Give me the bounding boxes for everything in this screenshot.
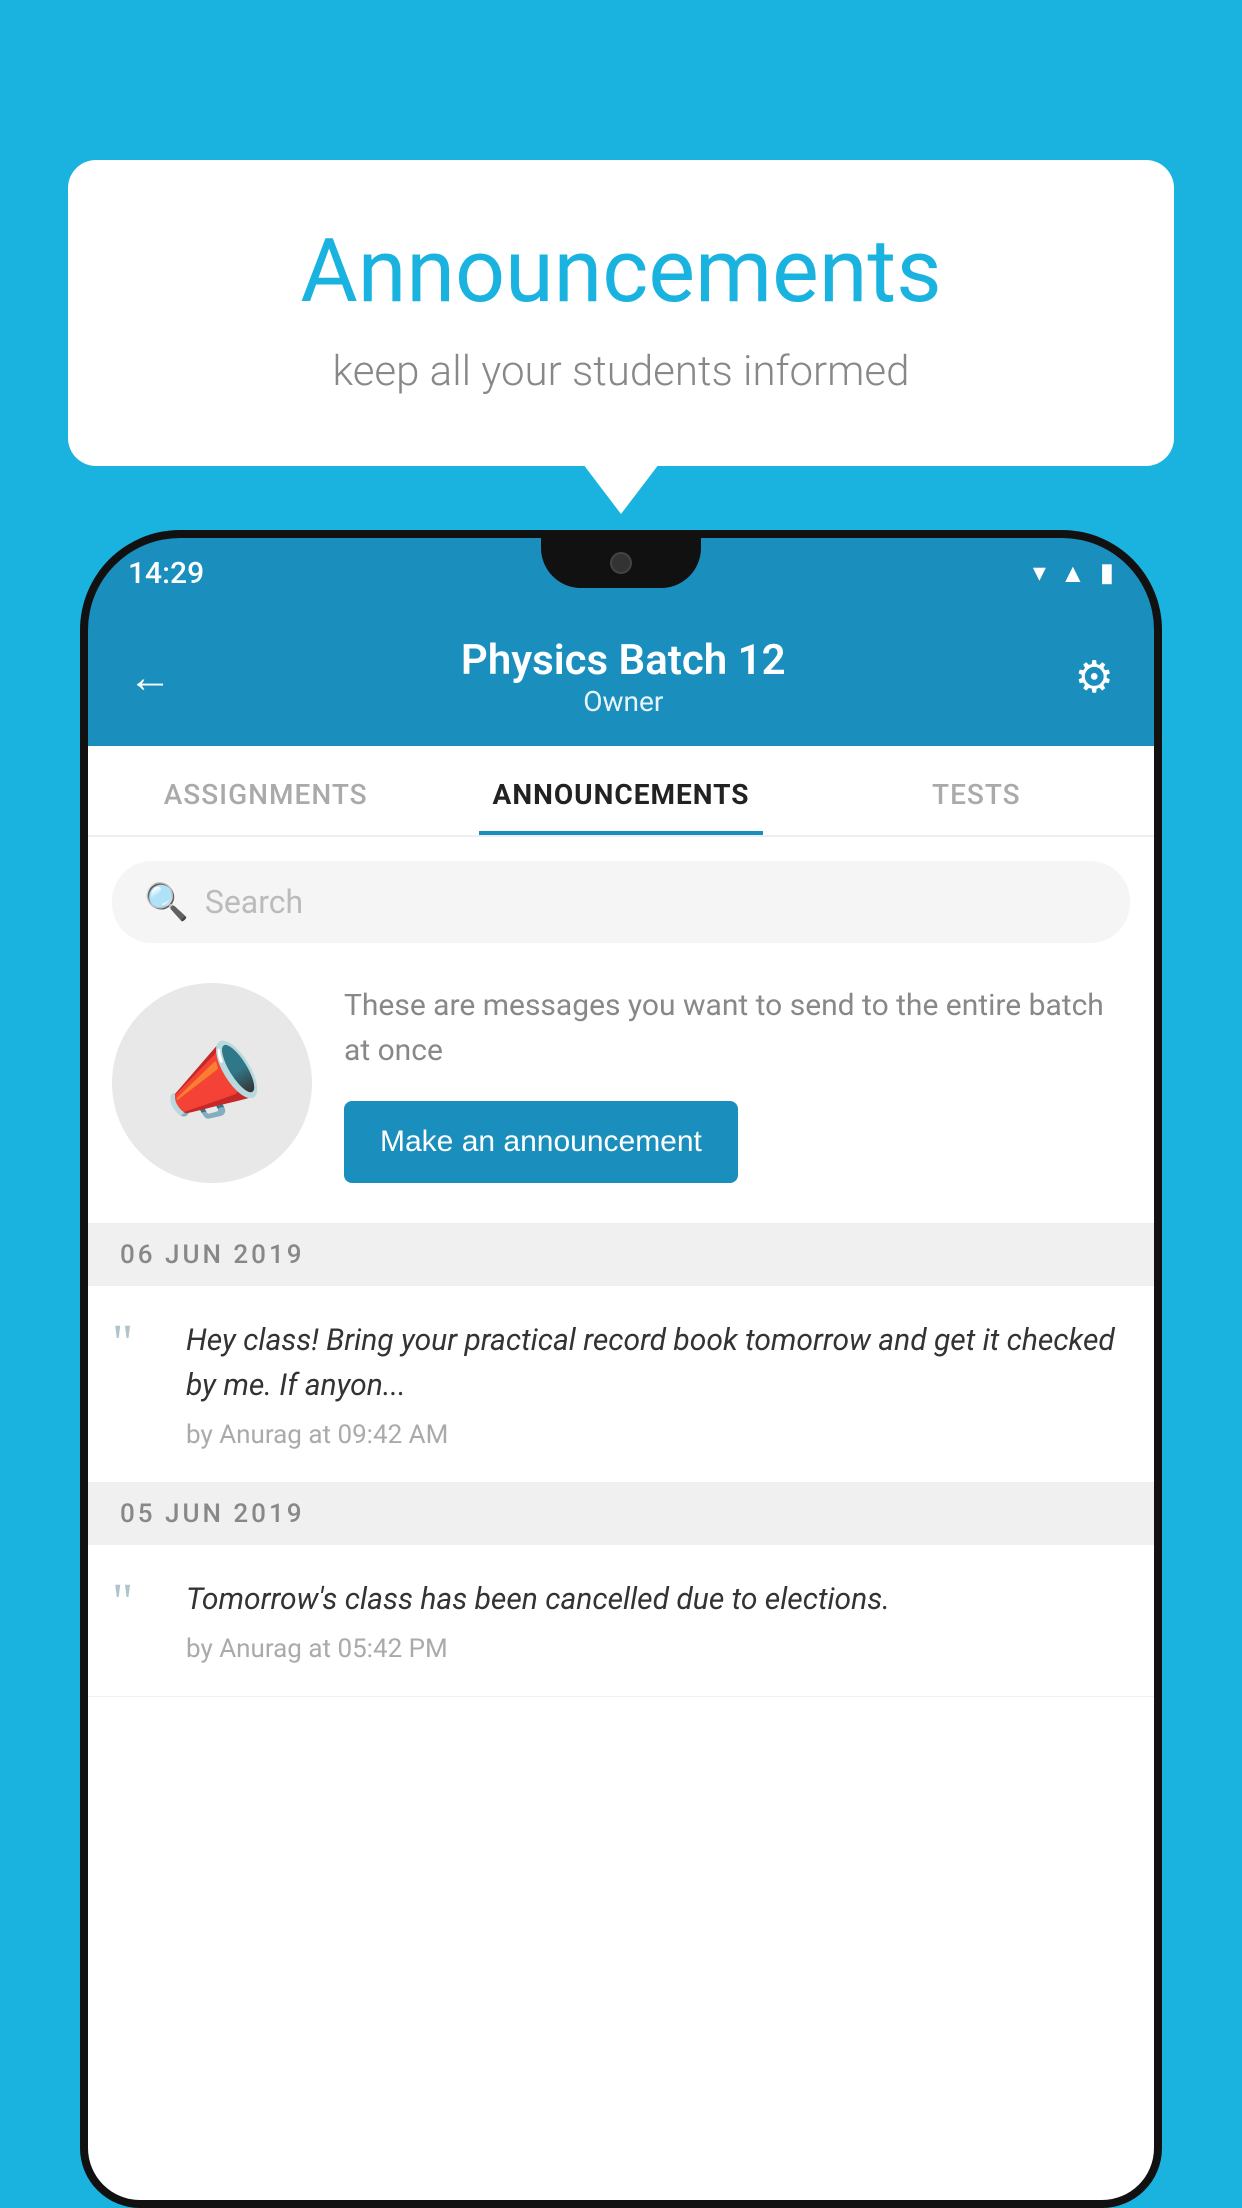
date-separator-2: 05 JUN 2019 [88, 1483, 1154, 1545]
quote-icon-2: " [112, 1577, 162, 1629]
announcement-text-2: Tomorrow's class has been cancelled due … [186, 1577, 890, 1622]
app-bar-title: Physics Batch 12 [461, 636, 786, 685]
app-bar-center: Physics Batch 12 Owner [461, 636, 786, 718]
status-icons: ▾ ▲ ▮ [1033, 558, 1114, 589]
app-bar: ← Physics Batch 12 Owner ⚙ [88, 608, 1154, 746]
announcement-meta-2: by Anurag at 05:42 PM [186, 1634, 890, 1664]
megaphone-icon: 📣 [155, 1028, 269, 1138]
empty-state: 📣 These are messages you want to send to… [88, 943, 1154, 1224]
notch [541, 538, 701, 588]
search-bar[interactable]: 🔍 Search [112, 861, 1130, 943]
camera-dot [610, 552, 632, 574]
gear-icon[interactable]: ⚙ [1075, 651, 1114, 703]
tabs-bar: ASSIGNMENTS ANNOUNCEMENTS TESTS [88, 746, 1154, 837]
tab-tests[interactable]: TESTS [799, 746, 1154, 835]
announcement-item-2: " Tomorrow's class has been cancelled du… [88, 1545, 1154, 1697]
status-bar: 14:29 ▾ ▲ ▮ [88, 538, 1154, 608]
announcement-meta-1: by Anurag at 09:42 AM [186, 1420, 1130, 1450]
signal-icon: ▲ [1060, 558, 1086, 589]
quote-icon-1: " [112, 1318, 162, 1370]
search-icon: 🔍 [144, 881, 189, 923]
speech-bubble-wrapper: Announcements keep all your students inf… [68, 160, 1174, 466]
content-area: 🔍 Search 📣 These are messages you want t… [88, 837, 1154, 2200]
back-button[interactable]: ← [128, 651, 172, 703]
phone-frame: 14:29 ▾ ▲ ▮ ← Physics Batch 12 Owner ⚙ A… [80, 530, 1162, 2208]
date-separator-1: 06 JUN 2019 [88, 1224, 1154, 1286]
empty-state-text: These are messages you want to send to t… [344, 983, 1130, 1183]
announcement-item-1: " Hey class! Bring your practical record… [88, 1286, 1154, 1483]
status-time: 14:29 [128, 556, 204, 591]
empty-state-description: These are messages you want to send to t… [344, 983, 1130, 1073]
speech-bubble-title: Announcements [148, 220, 1094, 323]
battery-icon: ▮ [1100, 558, 1114, 588]
tab-assignments[interactable]: ASSIGNMENTS [88, 746, 443, 835]
speech-bubble: Announcements keep all your students inf… [68, 160, 1174, 466]
tab-announcements[interactable]: ANNOUNCEMENTS [443, 746, 798, 835]
search-placeholder: Search [205, 883, 303, 921]
make-announcement-button[interactable]: Make an announcement [344, 1101, 738, 1183]
app-bar-subtitle: Owner [461, 685, 786, 718]
announcement-content-2: Tomorrow's class has been cancelled due … [186, 1577, 890, 1664]
announcement-content-1: Hey class! Bring your practical record b… [186, 1318, 1130, 1450]
megaphone-circle: 📣 [112, 983, 312, 1183]
wifi-icon: ▾ [1033, 558, 1046, 588]
speech-bubble-subtitle: keep all your students informed [148, 347, 1094, 396]
phone-inner: 14:29 ▾ ▲ ▮ ← Physics Batch 12 Owner ⚙ A… [88, 538, 1154, 2200]
announcement-text-1: Hey class! Bring your practical record b… [186, 1318, 1130, 1408]
